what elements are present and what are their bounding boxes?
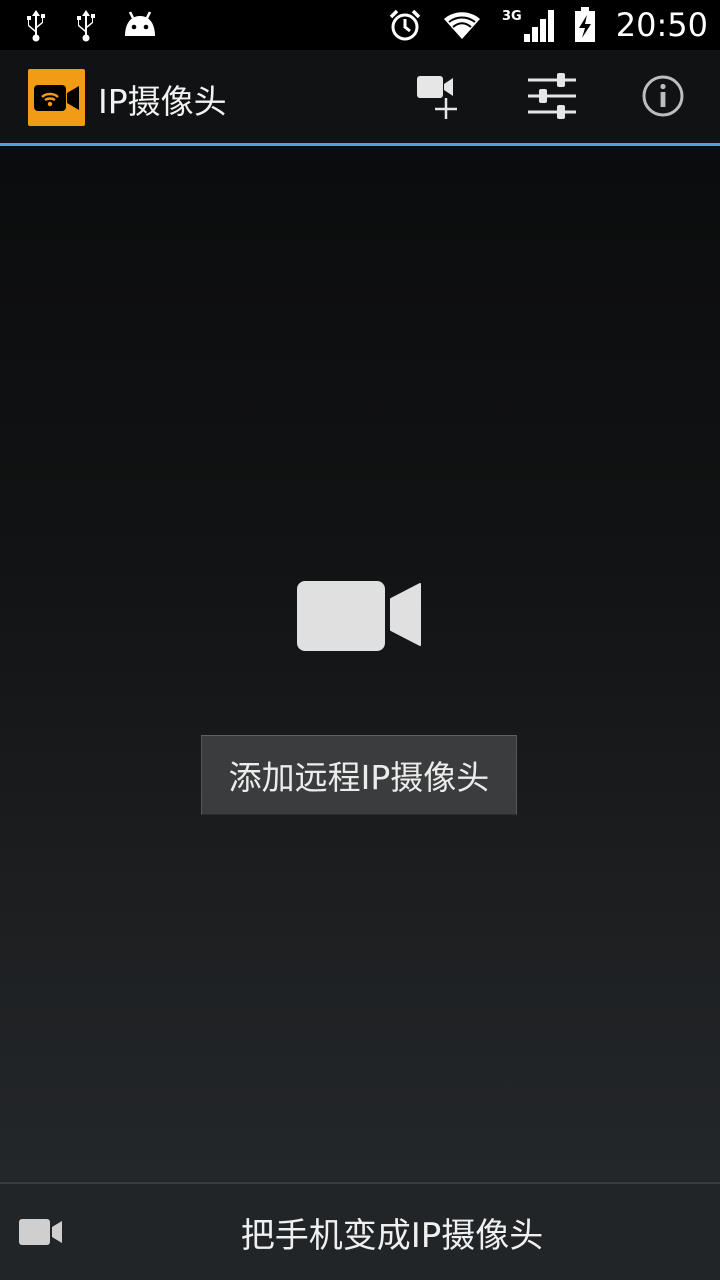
video-camera-icon — [297, 579, 421, 655]
app-title: IP摄像头 — [98, 82, 227, 121]
bottom-bar-label: 把手机变成IP摄像头 — [240, 1215, 544, 1256]
android-icon — [122, 10, 158, 40]
status-notifications — [22, 8, 158, 42]
alarm-icon — [388, 8, 422, 42]
add-remote-camera-button[interactable]: 添加远程IP摄像头 — [201, 735, 517, 815]
status-system: 3G 20:50 — [388, 6, 708, 44]
battery-charging-icon — [574, 7, 596, 43]
usb-icon — [72, 8, 100, 42]
main-content: 添加远程IP摄像头 — [0, 146, 720, 1182]
add-camera-button[interactable] — [408, 68, 468, 128]
status-bar: 3G 20:50 — [0, 0, 720, 50]
signal-3g-icon: 3G — [502, 8, 554, 42]
info-button[interactable] — [633, 68, 693, 128]
settings-button[interactable] — [522, 68, 582, 128]
add-camera-icon — [415, 72, 461, 124]
app-logo-icon[interactable] — [28, 69, 85, 126]
turn-phone-into-camera-button[interactable]: 把手机变成IP摄像头 — [0, 1182, 720, 1280]
info-icon — [641, 74, 685, 122]
usb-icon — [22, 8, 50, 42]
sliders-icon — [526, 71, 578, 125]
status-time: 20:50 — [615, 6, 708, 44]
action-bar: IP摄像头 — [0, 50, 720, 146]
wifi-icon — [442, 10, 482, 40]
svg-text:3G: 3G — [502, 9, 522, 24]
